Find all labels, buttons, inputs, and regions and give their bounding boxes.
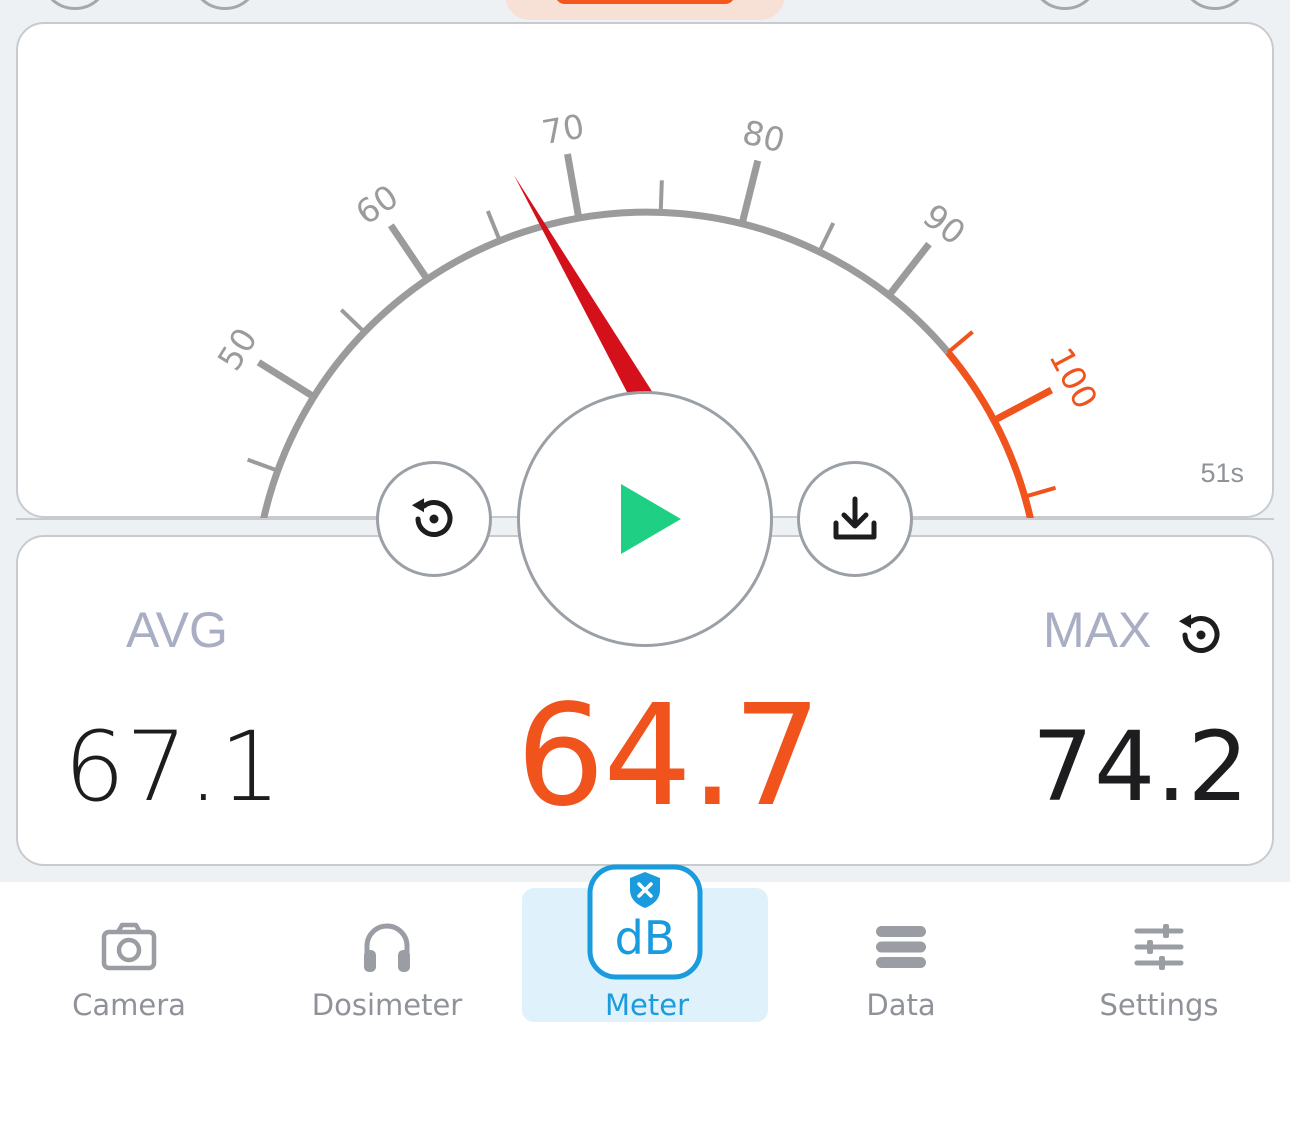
- top-button-1[interactable]: [40, 0, 110, 10]
- max-value: 74.2: [1032, 711, 1250, 823]
- top-button-3[interactable]: [1030, 0, 1100, 10]
- headphones-icon: [364, 923, 410, 972]
- gauge-tick: [738, 159, 762, 225]
- avg-label: AVG: [126, 602, 228, 658]
- play-icon: [621, 484, 681, 554]
- gauge-tick: [339, 308, 366, 334]
- top-toolbar-partial: [0, 0, 1290, 22]
- tab-settings-label: Settings: [1099, 988, 1219, 1022]
- avg-value: 67.1: [64, 711, 282, 823]
- tab-meter-label: Meter: [605, 988, 689, 1022]
- max-reset-icon[interactable]: [1173, 607, 1229, 663]
- camera-icon: [101, 922, 157, 971]
- gauge-scale-label: 90: [916, 196, 973, 253]
- gauge-tick: [658, 180, 664, 213]
- db-shield-icon: dB: [587, 864, 703, 980]
- gauge-tick: [817, 222, 836, 253]
- reset-button[interactable]: [376, 461, 492, 577]
- top-record-pill-inner: [555, 0, 735, 4]
- database-icon: [876, 926, 926, 968]
- tab-dosimeter-label: Dosimeter: [311, 988, 463, 1022]
- gauge-tick: [946, 330, 974, 354]
- gauge-tick: [485, 210, 502, 242]
- elapsed-time: 51s: [1200, 458, 1244, 488]
- db-badge-text: dB: [615, 911, 676, 965]
- gauge-arc-loud: [945, 350, 1035, 520]
- gauge-scale-label: 50: [210, 321, 265, 377]
- tab-data-label: Data: [866, 988, 936, 1022]
- tab-camera[interactable]: Camera: [4, 882, 254, 1024]
- gauge-scale-label: 70: [539, 106, 587, 152]
- gauge-scale-label: 40: [146, 514, 190, 520]
- gauge-scale-label: 100: [1041, 341, 1105, 415]
- tab-camera-label: Camera: [72, 988, 186, 1022]
- tab-meter[interactable]: dB Meter: [522, 864, 772, 1024]
- play-button[interactable]: [517, 391, 773, 647]
- current-value: 64.7: [516, 675, 822, 838]
- gauge-tick: [564, 153, 583, 219]
- download-button[interactable]: [797, 461, 913, 577]
- gauge-scale-label: 80: [739, 112, 789, 160]
- gauge-tick: [256, 359, 316, 400]
- max-label: MAX: [1043, 602, 1152, 658]
- tab-data[interactable]: Data: [776, 882, 1026, 1024]
- gauge-scale-label: 60: [349, 177, 406, 233]
- sliders-icon: [1134, 924, 1184, 970]
- gauge-tick: [886, 241, 932, 298]
- gauge-tick: [992, 386, 1054, 424]
- download-icon: [833, 496, 877, 540]
- reset-icon: [411, 498, 453, 537]
- tab-dosimeter[interactable]: Dosimeter: [262, 882, 512, 1024]
- top-button-4[interactable]: [1180, 0, 1250, 10]
- tab-settings[interactable]: Settings: [1034, 882, 1284, 1024]
- gauge-tick: [246, 457, 279, 473]
- top-button-2[interactable]: [190, 0, 260, 10]
- tab-bar: Camera Dosimeter dB Meter Data Settings: [0, 864, 1290, 1131]
- gauge-tick: [1024, 485, 1057, 499]
- gauge-tick: [387, 223, 431, 282]
